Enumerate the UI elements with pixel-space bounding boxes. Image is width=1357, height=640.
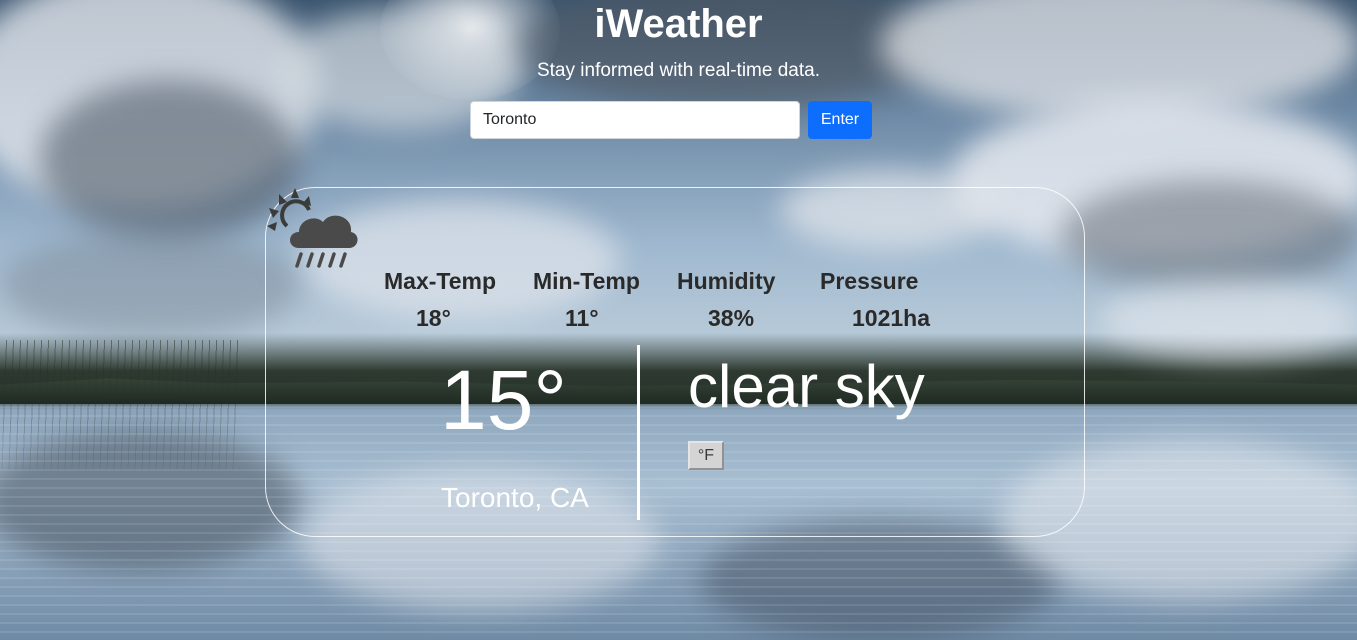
humidity-value: 38% <box>708 305 755 331</box>
city-search-input[interactable] <box>470 101 800 139</box>
location-label: Toronto, CA <box>441 482 589 513</box>
pressure-value: 1021ha <box>852 305 931 331</box>
app-title: iWeather <box>594 2 763 46</box>
max-temp-label: Max-Temp <box>384 268 497 294</box>
weather-description: clear sky <box>688 353 925 420</box>
min-temp-label: Min-Temp <box>533 268 640 294</box>
pressure-label: Pressure <box>820 268 919 294</box>
current-temperature: 15° <box>440 353 568 447</box>
divider <box>637 345 640 520</box>
humidity-label: Humidity <box>677 268 776 294</box>
min-temp-value: 11° <box>565 305 599 331</box>
weather-card <box>265 187 1085 537</box>
enter-button[interactable]: Enter <box>808 101 872 139</box>
max-temp-value: 18° <box>416 305 451 331</box>
unit-toggle-button[interactable]: °F <box>688 441 724 470</box>
app-subtitle: Stay informed with real-time data. <box>536 60 820 81</box>
partly-cloudy-rain-icon <box>267 188 358 268</box>
